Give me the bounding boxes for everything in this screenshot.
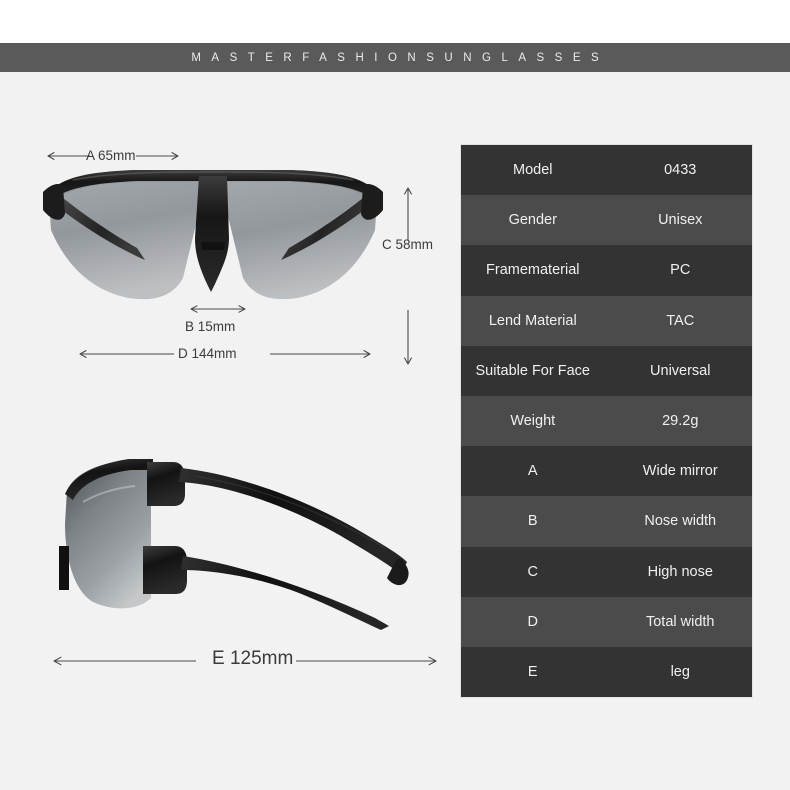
spec-key: Suitable For Face [475,362,590,379]
spec-value: Universal [650,362,711,379]
spec-value: 0433 [664,162,697,179]
table-row: Model 0433 [461,145,752,196]
table-row: A Wide mirror [461,446,752,497]
table-row: Framematerial PC [461,245,752,296]
dimension-label-b: B 15mm [185,319,236,334]
dimension-line-b [190,305,246,313]
spec-value: Wide mirror [642,463,718,480]
sunglasses-front-view [43,170,383,300]
brand-name-text: MASTERFASHIONSUNGLASSES [191,51,610,64]
table-row: C High nose [461,546,752,597]
spec-value: 29.2g [662,413,699,430]
brand-banner: MASTERFASHIONSUNGLASSES [0,43,790,72]
spec-key: E [527,663,538,680]
spec-key: Model [513,162,553,179]
spec-key: C [527,563,538,580]
top-white-strip [0,0,790,43]
dimension-label-c: C 58mm [382,237,434,252]
spec-key: D [527,613,538,630]
spec-value: Total width [645,613,715,630]
spec-value: PC [670,262,691,279]
table-row: Gender Unisex [461,195,752,246]
spec-key: B [527,513,538,530]
dimension-label-e: E 125mm [212,648,294,669]
table-row: B Nose width [461,496,752,547]
specification-table: Model 0433 Gender Unisex Framematerial PC Lend… [461,145,752,698]
table-row: Suitable For Face Universal [461,345,752,396]
table-row: Eleg [461,646,752,698]
spec-value: Nose width [644,513,717,530]
spec-value: TAC [666,312,695,329]
spec-key: Lend Material [488,312,577,329]
table-row: D Total width [461,596,752,647]
table-row: Weight 29.2g [461,395,752,447]
spec-key: A [527,463,538,480]
spec-key: Framematerial [486,262,580,279]
spec-value: leg [670,663,690,680]
page-body: A 65mm C 58mm B 15mm D 144mm E 125mm Mod… [0,72,790,790]
spec-value: High nose [647,563,713,580]
table-row: Lend Material TAC [461,295,752,346]
sunglasses-side-view [59,459,409,630]
spec-value: Unisex [658,212,703,229]
dimension-label-a: A 65mm [86,148,136,163]
dimension-line-c [404,187,412,365]
spec-key: Weight [510,413,556,430]
dimension-label-d: D 144mm [178,346,237,361]
spec-key: Gender [508,212,557,229]
